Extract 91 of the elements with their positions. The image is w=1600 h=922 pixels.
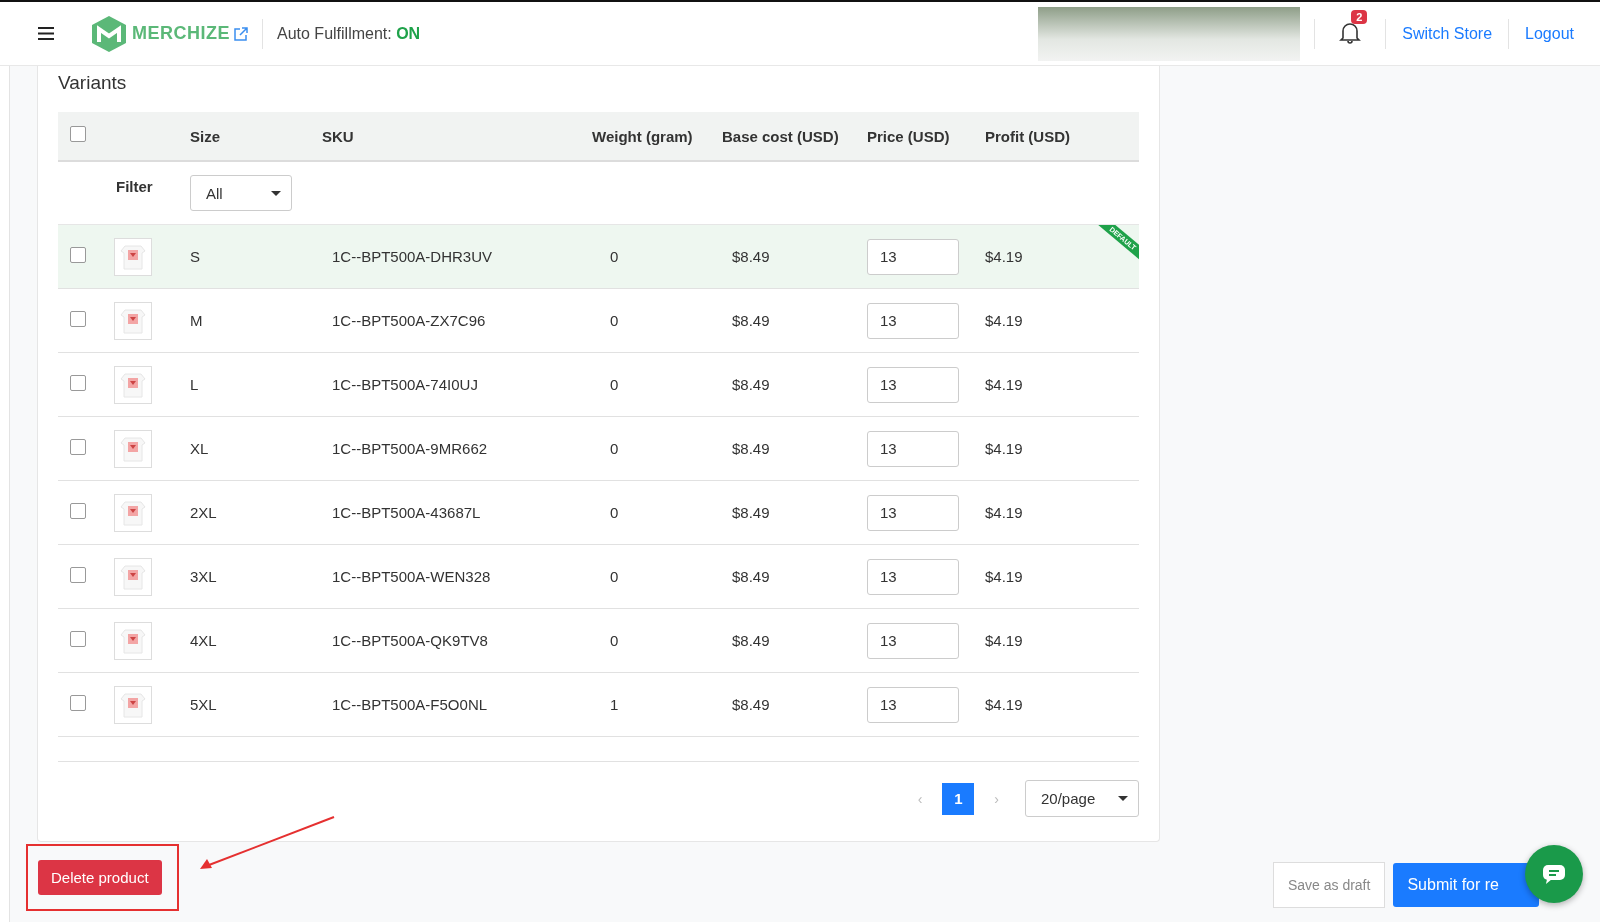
product-thumbnail [114,237,152,276]
price-input[interactable]: 13 [867,238,959,275]
price-input[interactable]: 13 [867,622,959,659]
weight-cell-text: 0 [609,440,620,457]
weight-cell-text: 0 [609,632,620,649]
profit-cell-text: $4.19 [985,696,1024,713]
product-thumbnail [114,493,152,532]
size-cell-text: L [190,376,200,393]
caret-icon [271,190,281,196]
menu-icon[interactable] [38,27,54,40]
weight-cell-text: 0 [609,376,620,393]
size-cell-text: XL [190,440,210,457]
row-checkbox[interactable] [70,503,86,519]
header-link[interactable]: Switch Store [1400,24,1495,43]
base-cost-cell-text: $8.49 [731,376,771,393]
chat-icon [1542,864,1566,884]
sku-cell-text: 1C--BPT500A-9MR662 [331,440,489,457]
header-link[interactable]: Logout [1523,24,1576,43]
base-cost-cell-text: $8.49 [731,248,771,265]
column-header: Profit (USD) [985,127,1071,145]
filter-select[interactable]: All [190,175,292,211]
profit-cell-text: $4.19 [985,568,1024,585]
column-header: Size [190,127,221,145]
profit-cell-text: $4.19 [985,248,1024,265]
select-all-checkbox[interactable] [70,126,86,142]
sku-cell-text: 1C--BPT500A-WEN328 [331,568,492,585]
weight-cell-text: 1 [609,696,620,713]
base-cost-cell-text: $8.49 [731,632,771,649]
base-cost-cell-text: $8.49 [731,312,771,329]
column-header: Base cost (USD) [722,127,840,145]
row-checkbox[interactable] [70,631,86,647]
size-cell-text: 2XL [190,504,218,521]
product-thumbnail [114,685,152,724]
page-size-select[interactable]: 20/page [1025,780,1139,817]
sku-cell-text: 1C--BPT500A-DHR3UV [331,248,494,265]
row-checkbox[interactable] [70,567,86,583]
weight-cell-text: 0 [609,248,620,265]
row-checkbox[interactable] [70,375,86,391]
product-thumbnail [114,429,152,468]
sku-cell-text: 1C--BPT500A-43687L [331,504,482,521]
row-checkbox[interactable] [70,311,86,327]
weight-cell-text: 0 [609,504,620,521]
price-input[interactable]: 13 [867,430,959,467]
size-cell-text: M [190,312,204,329]
notification-badge: 2 [1351,9,1368,24]
price-input[interactable]: 13 [867,302,959,339]
price-input[interactable]: 13 [867,558,959,595]
brand-name: MERCHIZE [132,23,230,44]
page-button[interactable]: 1 [942,782,975,815]
delete-product-button[interactable]: Delete product [38,860,162,895]
profit-cell-text: $4.19 [985,440,1024,457]
profit-cell-text: $4.19 [985,312,1024,329]
column-header: Weight (gram) [592,127,694,145]
column-header: SKU [322,127,355,145]
save-draft-button[interactable]: Save as draft [1272,861,1386,908]
size-cell-text: 4XL [190,632,218,649]
filter-label: Filter [115,177,154,195]
product-thumbnail [114,557,152,596]
sku-cell-text: 1C--BPT500A-QK9TV8 [331,632,489,649]
profit-cell-text: $4.19 [985,632,1024,649]
size-cell-text: 3XL [190,568,218,585]
base-cost-cell-text: $8.49 [731,440,771,457]
base-cost-cell-text: $8.49 [731,696,771,713]
row-checkbox[interactable] [70,439,86,455]
size-cell-text: S [190,248,201,265]
caret-icon [1118,796,1128,801]
external-link-icon[interactable] [234,26,248,41]
profit-cell-text: $4.19 [985,376,1024,393]
product-thumbnail [114,365,152,404]
weight-cell-text: 0 [609,568,620,585]
sku-cell-text: 1C--BPT500A-ZX7C96 [331,312,487,329]
submit-button[interactable]: Submit for re [1393,862,1539,907]
product-thumbnail [114,301,152,340]
chat-button[interactable] [1525,845,1583,903]
sku-cell-text: 1C--BPT500A-74I0UJ [331,376,479,393]
product-thumbnail [114,621,152,660]
card-title: Variants [58,72,128,94]
row-checkbox[interactable] [70,247,86,263]
profit-cell-text: $4.19 [985,504,1024,521]
auto-fulfillment-status: Auto Fulfillment: ON [277,24,421,43]
logo-icon [90,14,128,53]
weight-cell-text: 0 [609,312,620,329]
price-input[interactable]: 13 [867,494,959,531]
size-cell-text: 5XL [190,696,218,713]
sku-cell-text: 1C--BPT500A-F5O0NL [331,696,489,713]
base-cost-cell-text: $8.49 [731,504,771,521]
price-input[interactable]: 13 [867,686,959,723]
column-header: Price (USD) [867,127,951,145]
price-input[interactable]: 13 [867,366,959,403]
base-cost-cell-text: $8.49 [731,568,771,585]
row-checkbox[interactable] [70,695,86,711]
